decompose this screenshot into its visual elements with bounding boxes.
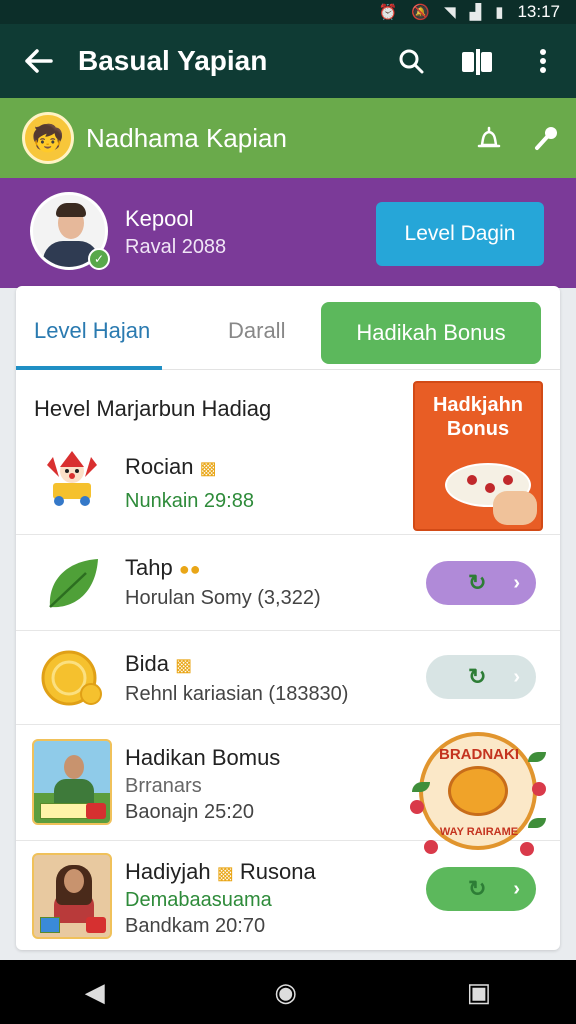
bell-icon[interactable]: [460, 125, 518, 151]
nav-home-icon[interactable]: ◉: [274, 977, 297, 1008]
back-arrow-icon[interactable]: [0, 49, 78, 73]
item-subtitle: Brranars: [125, 775, 202, 797]
item-subtitle: Horulan Somy (3,322): [125, 587, 321, 609]
profile-bar: 🧒 Nadhama Kapian: [0, 98, 576, 178]
online-badge-icon: ✓: [88, 248, 110, 270]
wifi-icon: ◥: [444, 4, 456, 21]
content-card: Level Hajan Darall Hadikah Bonus Hevel M…: [16, 286, 560, 950]
user-header: ✓ Kepool Raval 2088 Level Dagin: [0, 178, 576, 288]
item-subtitle: Rehnl kariasian (183830): [125, 683, 349, 705]
signal-icon: ▟: [469, 4, 482, 21]
app-bar: Basual Yapian: [0, 24, 576, 98]
refresh-icon: ↻: [468, 876, 487, 901]
chevron-right-icon: ›: [513, 665, 520, 688]
nav-back-icon[interactable]: ◀: [85, 977, 105, 1008]
photo-woman: [32, 853, 112, 939]
coin-icon: ▩: [216, 863, 234, 883]
claim-button[interactable]: ↻ ›: [426, 867, 536, 911]
tab-bar: Level Hajan Darall Hadikah Bonus: [16, 286, 560, 370]
app-title: Basual Yapian: [78, 45, 268, 76]
compare-icon[interactable]: [444, 47, 510, 75]
tab-level[interactable]: Level Hajan: [34, 318, 150, 344]
section-title: Hevel Marjarbun Hadiag: [34, 396, 272, 421]
level-button[interactable]: Level Dagin: [376, 202, 544, 266]
coin-icon: [36, 643, 108, 715]
coin-icon: ▩: [175, 655, 193, 675]
item-title: Hadiyjah: [125, 859, 211, 884]
list-item[interactable]: Tahp ●● Horulan Somy (3,322) ↻ ›: [16, 534, 560, 630]
list-item[interactable]: Rocian ▩ Nunkain 29:88: [16, 426, 560, 534]
kid-logo-icon: 🧒: [22, 112, 74, 164]
profile-name: Nadhama Kapian: [86, 122, 287, 153]
coin-icon: ●●: [178, 559, 201, 579]
list-item[interactable]: Bida ▩ Rehnl kariasian (183830) ↻ ›: [16, 630, 560, 724]
item-title: Rocian: [125, 454, 194, 479]
tab-bonus[interactable]: Hadikah Bonus: [321, 302, 541, 364]
item-title: Bida: [125, 651, 170, 676]
nav-recents-icon[interactable]: ▣: [467, 977, 492, 1008]
tab-darall[interactable]: Darall: [228, 318, 285, 344]
chevron-right-icon: ›: [513, 877, 520, 900]
bonus-roundel[interactable]: BRADNAKI WAY RAIRAME: [404, 722, 554, 872]
item-title: Tahp: [125, 555, 173, 580]
mute-icon: 🔕: [411, 4, 431, 21]
jester-icon: [36, 440, 108, 512]
refresh-icon: ↻: [468, 570, 487, 595]
claim-button[interactable]: ↻ ›: [426, 655, 536, 699]
pie-icon: [448, 766, 508, 816]
user-name: Kepool: [125, 206, 194, 231]
item-subtitle: Nunkain 29:88: [125, 490, 254, 512]
photo-man: [32, 739, 112, 825]
leaf-icon: [36, 547, 108, 619]
more-vert-icon[interactable]: [510, 48, 576, 74]
item-subtitle: Demabaasuama: [125, 889, 272, 911]
status-time: 13:17: [517, 2, 560, 21]
battery-icon: ▮: [495, 4, 504, 21]
coin-icon: ▩: [199, 458, 217, 478]
search-icon[interactable]: [378, 48, 444, 74]
system-nav-bar: ◀ ◉ ▣: [0, 960, 576, 1024]
item-title-extra: Rusona: [239, 859, 316, 884]
claim-button[interactable]: ↻ ›: [426, 561, 536, 605]
active-tab-indicator: [16, 366, 162, 370]
mic-icon[interactable]: [518, 125, 576, 151]
status-bar: ⏰ 🔕 ◥ ▟ ▮ 13:17: [0, 0, 576, 24]
user-subtitle: Raval 2088: [125, 236, 227, 258]
item-title: Hadikan Bomus: [125, 745, 281, 770]
item-subtitle-2: Baonajn 25:20: [125, 801, 255, 823]
item-subtitle-2: Bandkam 20:70: [125, 915, 266, 937]
refresh-icon: ↻: [468, 664, 487, 689]
chevron-right-icon: ›: [513, 571, 520, 594]
alarm-icon: ⏰: [378, 4, 398, 21]
